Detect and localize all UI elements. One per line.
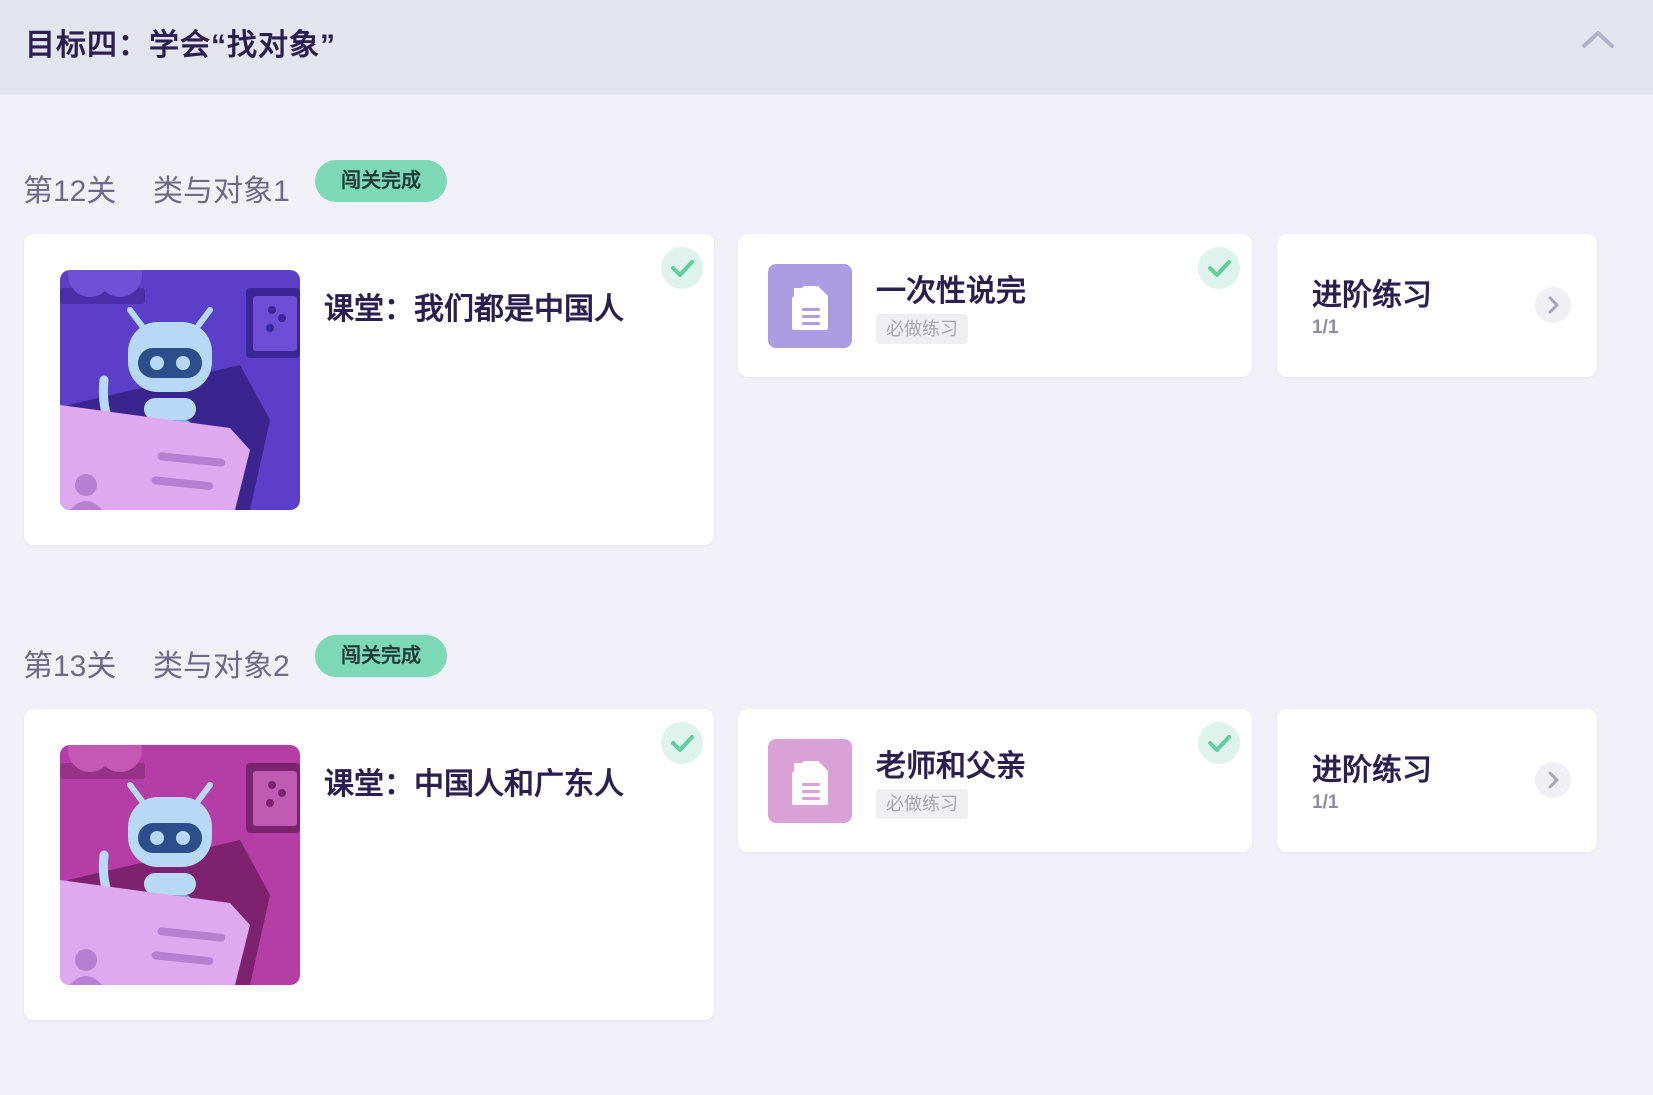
status-badge: 闯关完成 [315,160,447,202]
chevron-up-icon[interactable] [1576,24,1620,54]
robot-reading-icon [60,270,300,510]
exercise-tag: 必做练习 [876,314,968,344]
check-icon [1198,247,1240,289]
check-icon [1198,722,1240,764]
exercise-tag: 必做练习 [876,789,968,819]
document-icon [768,264,852,348]
chevron-right-icon[interactable] [1535,762,1571,798]
lesson-card[interactable]: 课堂：我们都是中国人 [24,234,714,545]
check-icon [661,722,703,764]
check-icon [661,247,703,289]
level-section: 第12关 类与对象1 闯关完成 课堂：我们都是中国人 一次性说完 必做练习 进阶… [0,160,1653,620]
level-number: 第12关 [23,175,117,208]
level-section: 第13关 类与对象2 闯关完成 课堂：中国人和广东人 老师和父亲 必做练习 进阶… [0,635,1653,1095]
level-name: 类与对象1 [153,175,290,208]
advanced-practice-card[interactable]: 进阶练习 1/1 [1277,234,1597,377]
level-number: 第13关 [23,650,117,683]
robot-reading-icon [60,745,300,985]
exercise-card[interactable]: 一次性说完 必做练习 [738,234,1252,377]
exercise-title: 老师和父亲 [876,750,1026,783]
advanced-practice-title: 进阶练习 [1312,279,1432,312]
lesson-card[interactable]: 课堂：中国人和广东人 [24,709,714,1020]
section-title: 目标四：学会“找对象” [25,29,336,62]
section-header[interactable]: 目标四：学会“找对象” [0,0,1653,95]
advanced-practice-card[interactable]: 进阶练习 1/1 [1277,709,1597,852]
advanced-practice-count: 1/1 [1312,317,1339,338]
advanced-practice-count: 1/1 [1312,792,1339,813]
status-badge: 闯关完成 [315,635,447,677]
advanced-practice-title: 进阶练习 [1312,754,1432,787]
lesson-title: 课堂：中国人和广东人 [324,768,624,801]
exercise-card[interactable]: 老师和父亲 必做练习 [738,709,1252,852]
level-name: 类与对象2 [153,650,290,683]
exercise-title: 一次性说完 [876,275,1026,308]
lesson-title: 课堂：我们都是中国人 [324,293,624,326]
chevron-right-icon[interactable] [1535,287,1571,323]
document-icon [768,739,852,823]
